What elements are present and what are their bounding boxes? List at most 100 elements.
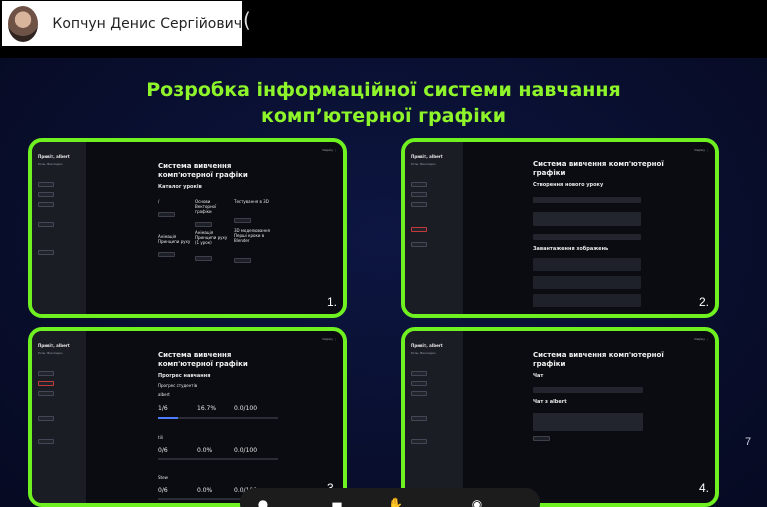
sidebar-button-active[interactable] bbox=[411, 227, 427, 232]
deploy-menu[interactable]: Deploy ⋮ bbox=[695, 337, 709, 341]
sidebar-title: Привіт, albert bbox=[38, 154, 70, 159]
sidebar-title: Привіт, albert bbox=[38, 343, 70, 348]
screenshot-3: Привіт, albert Роль: Викладач Deploy ⋮ С… bbox=[28, 327, 347, 507]
chat-with-title: Чат з albert bbox=[533, 399, 567, 405]
sidebar-button[interactable] bbox=[38, 439, 54, 444]
open-lesson-button[interactable] bbox=[234, 258, 251, 263]
sidebar-button[interactable] bbox=[38, 202, 54, 207]
student-name: Stew bbox=[158, 475, 168, 480]
presentation-slide: Розробка інформаційної системи навчання … bbox=[0, 58, 767, 507]
hangup-icon[interactable]: ◉ bbox=[470, 497, 484, 507]
sidebar-button[interactable] bbox=[411, 391, 427, 396]
open-lesson-button[interactable] bbox=[234, 218, 251, 223]
screenshot-1: Привіт, albert Роль: Викладач Deploy ⋮ С… bbox=[28, 138, 347, 318]
lesson-title: 3D моделювання Перші кроки в Blender bbox=[234, 228, 270, 243]
sidebar-button[interactable] bbox=[38, 192, 54, 197]
deploy-menu[interactable]: Deploy ⋮ bbox=[323, 337, 337, 341]
lesson-title: Анімація Принципи руху (1 урок) bbox=[195, 230, 228, 245]
section-title: Каталог уроків bbox=[158, 184, 202, 190]
sidebar-button[interactable] bbox=[411, 439, 427, 444]
sidebar-subtitle: Роль: Викладач bbox=[38, 351, 63, 355]
student-name: tili bbox=[158, 435, 163, 440]
sidebar-button[interactable] bbox=[411, 416, 427, 421]
open-lesson-button[interactable] bbox=[158, 252, 175, 257]
sidebar-subtitle: Роль: Викладач bbox=[411, 162, 436, 166]
participant-extra: ( bbox=[243, 8, 251, 32]
student-stat: 16.7% bbox=[197, 405, 217, 412]
sidebar-title: Привіт, albert bbox=[411, 343, 443, 348]
app-sidebar: Привіт, albert Роль: Викладач bbox=[32, 142, 86, 314]
mic-icon[interactable]: ● bbox=[256, 497, 270, 507]
open-lesson-button[interactable] bbox=[195, 222, 212, 227]
progress-bar bbox=[158, 458, 278, 460]
lesson-name-input[interactable] bbox=[533, 197, 641, 203]
avatar bbox=[8, 5, 39, 42]
app-title: Система вивчення комп'ютерної графіки bbox=[533, 351, 664, 368]
student-stat: 0/6 bbox=[158, 447, 168, 454]
chat-recipient-select[interactable] bbox=[533, 387, 643, 393]
sidebar-button[interactable] bbox=[38, 371, 54, 376]
progress-bar bbox=[158, 417, 278, 419]
participant-name: Копчун Денис Сергійович bbox=[52, 15, 242, 32]
sidebar-button[interactable] bbox=[38, 391, 54, 396]
sidebar-button[interactable] bbox=[38, 250, 54, 255]
lesson-title: / bbox=[158, 199, 160, 204]
section-title: Прогрес навчання bbox=[158, 373, 211, 379]
sidebar-button[interactable] bbox=[38, 222, 54, 227]
message-input[interactable] bbox=[533, 413, 643, 431]
app-sidebar: Привіт, albert Роль: Викладач bbox=[32, 331, 86, 503]
student-stat: 0.0% bbox=[197, 487, 213, 494]
sidebar-button[interactable] bbox=[38, 416, 54, 421]
upload-section-title: Завантаження зображень bbox=[533, 246, 609, 252]
slide-page-number: 7 bbox=[745, 436, 752, 448]
app-sidebar: Привіт, albert Роль: Викладач bbox=[405, 331, 463, 503]
sidebar-button[interactable] bbox=[411, 182, 427, 187]
student-stat: 0.0% bbox=[197, 447, 213, 454]
sidebar-button[interactable] bbox=[411, 192, 427, 197]
send-button[interactable] bbox=[533, 436, 550, 441]
sidebar-button[interactable] bbox=[38, 182, 54, 187]
app-title: Система вивчення комп'ютерної графіки bbox=[533, 160, 664, 177]
upload-dropzone[interactable] bbox=[533, 294, 641, 307]
progress-fill bbox=[158, 417, 179, 419]
student-name: albert bbox=[158, 392, 170, 397]
upload-dropzone[interactable] bbox=[533, 258, 641, 271]
video-bar: Копчун Денис Сергійович ( bbox=[0, 0, 767, 58]
slide-title-line2: комп’ютерної графіки bbox=[260, 105, 507, 127]
meeting-toolbar: ● ▬ ✋ ◉ bbox=[240, 488, 540, 507]
sidebar-button[interactable] bbox=[411, 371, 427, 376]
section-title: Чат bbox=[533, 373, 544, 379]
screenshot-number: 4. bbox=[698, 481, 709, 495]
lesson-content-input[interactable] bbox=[533, 234, 641, 240]
deploy-menu[interactable]: Deploy ⋮ bbox=[695, 148, 709, 152]
sidebar-button[interactable] bbox=[411, 381, 427, 386]
open-lesson-button[interactable] bbox=[195, 256, 212, 261]
screenshot-2: Привіт, albert Роль: Викладач Deploy ⋮ С… bbox=[401, 138, 719, 318]
student-stat: 1/6 bbox=[158, 405, 168, 412]
slide-title-line1: Розробка інформаційної системи навчання bbox=[146, 79, 621, 101]
app-title: Система вивчення комп'ютерної графіки bbox=[158, 162, 248, 179]
participant-tag: Копчун Денис Сергійович bbox=[2, 1, 242, 46]
lesson-title: Тестування в 3D bbox=[234, 199, 269, 204]
lesson-title: Анімація Принципи руху bbox=[158, 234, 191, 244]
app-title: Система вивчення комп'ютерної графіки bbox=[158, 351, 248, 368]
sidebar-title: Привіт, albert bbox=[411, 154, 443, 159]
deploy-menu[interactable]: Deploy ⋮ bbox=[323, 148, 337, 152]
app-sidebar: Привіт, albert Роль: Викладач bbox=[405, 142, 463, 314]
screenshot-number: 1. bbox=[326, 295, 337, 309]
sidebar-subtitle: Роль: Викладач bbox=[411, 351, 436, 355]
lesson-description-input[interactable] bbox=[533, 212, 641, 226]
sidebar-button[interactable] bbox=[411, 242, 427, 247]
screenshot-4: Привіт, albert Роль: Викладач Deploy ⋮ С… bbox=[401, 327, 719, 507]
lesson-title: Основи Векторної графіки bbox=[195, 199, 217, 214]
sidebar-button[interactable] bbox=[411, 202, 427, 207]
hand-icon[interactable]: ✋ bbox=[388, 497, 403, 507]
subsection-title: Прогрес студентів bbox=[158, 383, 198, 388]
upload-dropzone[interactable] bbox=[533, 276, 641, 289]
sidebar-subtitle: Роль: Викладач bbox=[38, 162, 63, 166]
camera-icon[interactable]: ▬ bbox=[330, 497, 344, 507]
open-lesson-button[interactable] bbox=[158, 212, 175, 217]
sidebar-button-active[interactable] bbox=[38, 381, 54, 386]
screenshot-number: 2. bbox=[698, 295, 709, 309]
slide-title: Розробка інформаційної системи навчання … bbox=[0, 77, 767, 129]
